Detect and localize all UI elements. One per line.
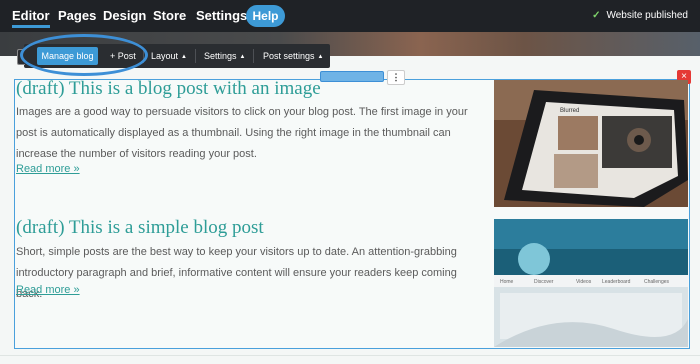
nav-tab-settings[interactable]: Settings [196,0,247,32]
top-nav: Editor Pages Design Store Settings Help … [0,0,700,32]
divider [0,355,700,356]
laptop-photo: Blurred [494,80,688,207]
nav-tab-design[interactable]: Design [103,0,146,32]
caret-up-icon: ▲ [239,54,246,60]
manage-blog-button[interactable]: Manage blog [37,47,98,65]
post-thumbnail[interactable]: Blurred [494,80,688,207]
check-icon: ✓ [592,10,601,21]
thumb-tab: Challenges [644,279,670,285]
nav-tab-pages[interactable]: Pages [58,0,96,32]
publish-status: ✓ Website published [592,0,688,32]
thumb-tab: Videos [576,279,592,285]
read-more-link[interactable]: Read more » [16,284,80,296]
thumb-tab: Home [500,279,514,285]
nav-tab-editor[interactable]: Editor [12,0,50,32]
post-settings-dropdown[interactable]: Post settings ▲ [263,44,323,68]
nav-tab-store[interactable]: Store [153,0,186,32]
read-more-link[interactable]: Read more » [16,163,80,175]
thumb-tab: Leaderboard [602,279,631,285]
toolbar-divider [143,49,144,63]
blog-toolbar: Manage blog + Post Layout ▲ Settings ▲ Pos… [17,44,330,68]
thumbnail-caption: Blurred [560,108,579,114]
post-excerpt: Images are a good way to persuade visito… [16,106,468,160]
settings-dropdown[interactable]: Settings ▲ [204,44,245,68]
website-screenshot-photo: Home Discover Videos Leaderboard Challen… [494,219,688,347]
drag-handle[interactable] [17,49,25,65]
post-title[interactable]: (draft) This is a simple blog post [16,217,264,239]
widget-move-handle[interactable] [320,71,384,82]
post-settings-label: Post settings [263,51,315,61]
caret-up-icon: ▲ [317,54,324,60]
settings-label: Settings [204,51,237,61]
post-excerpt: Short, simple posts are the best way to … [16,246,457,300]
caret-up-icon: ▲ [181,54,187,60]
toolbar-divider [253,49,254,63]
layout-label: Layout [151,51,179,61]
layout-dropdown[interactable]: Layout ▲ [151,44,187,68]
add-post-button[interactable]: + Post [110,44,136,68]
post-thumbnail[interactable]: Home Discover Videos Leaderboard Challen… [494,219,688,347]
publish-status-label: Website published [606,10,688,21]
thumb-tab: Discover [534,279,554,285]
toolbar-divider [195,49,196,63]
more-vertical-icon[interactable]: ⋮ [387,70,405,85]
help-button[interactable]: Help [246,5,285,27]
post-title[interactable]: (draft) This is a blog post with an imag… [16,78,321,100]
